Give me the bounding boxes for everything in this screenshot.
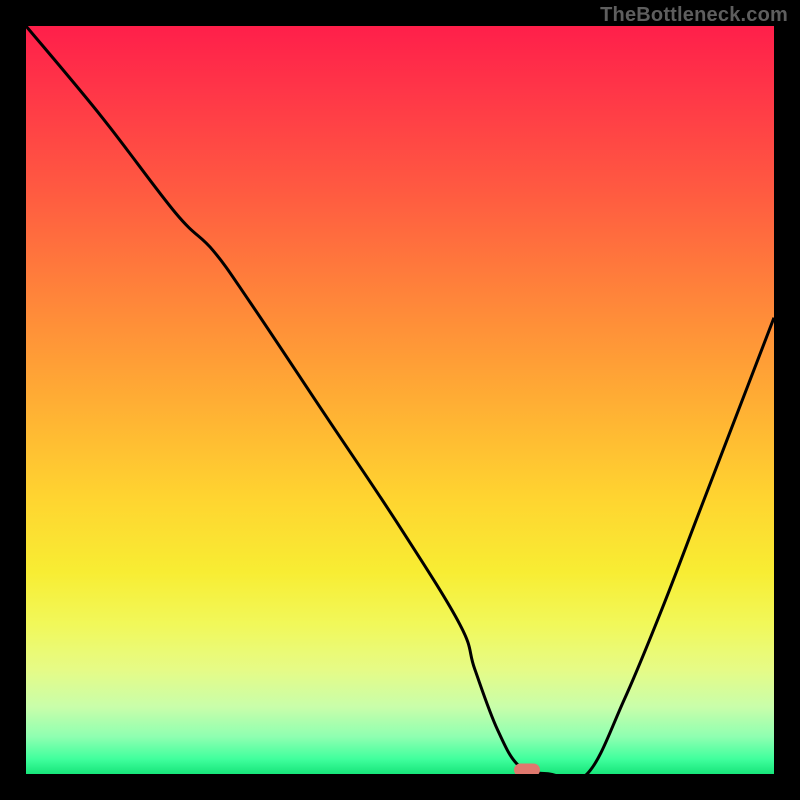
x-axis xyxy=(0,774,800,800)
plot-area xyxy=(26,26,774,774)
chart-frame: TheBottleneck.com xyxy=(0,0,800,800)
frame-border-right xyxy=(774,0,800,800)
bottleneck-marker xyxy=(514,764,540,775)
watermark-label: TheBottleneck.com xyxy=(600,4,788,27)
curve-path xyxy=(26,26,774,774)
y-axis xyxy=(0,0,26,800)
bottleneck-curve xyxy=(26,26,774,774)
